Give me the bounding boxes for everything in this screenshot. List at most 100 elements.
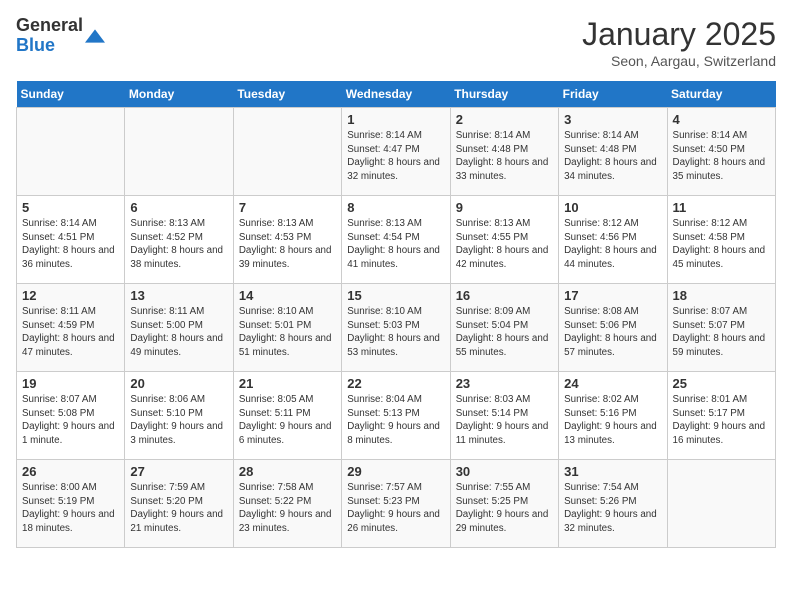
day-header: Saturday <box>667 81 775 108</box>
calendar-day-cell: 31 Sunrise: 7:54 AM Sunset: 5:26 PM Dayli… <box>559 460 667 548</box>
calendar-day-cell: 2 Sunrise: 8:14 AM Sunset: 4:48 PM Daylig… <box>450 108 558 196</box>
day-info: Sunrise: 8:09 AM Sunset: 5:04 PM Dayligh… <box>456 305 553 360</box>
day-info: Sunrise: 8:14 AM Sunset: 4:48 PM Dayligh… <box>456 129 553 184</box>
day-number: 24 <box>564 376 661 391</box>
day-info: Sunrise: 8:01 AM Sunset: 5:17 PM Dayligh… <box>673 393 770 448</box>
day-info: Sunrise: 8:14 AM Sunset: 4:50 PM Dayligh… <box>673 129 770 184</box>
calendar-day-cell: 14 Sunrise: 8:10 AM Sunset: 5:01 PM Dayli… <box>233 284 341 372</box>
calendar-day-cell <box>125 108 233 196</box>
logo-icon <box>85 26 105 46</box>
calendar-day-cell: 15Sunrise: 8:10 AM Sunset: 5:03 PM Dayli… <box>342 284 450 372</box>
day-number: 25 <box>673 376 770 391</box>
day-header: Sunday <box>17 81 125 108</box>
page-header: General Blue January 2025 Seon, Aargau, … <box>16 16 776 69</box>
day-header: Wednesday <box>342 81 450 108</box>
day-number: 26 <box>22 464 119 479</box>
day-number: 7 <box>239 200 336 215</box>
calendar-week-row: 5Sunrise: 8:14 AM Sunset: 4:51 PM Daylig… <box>17 196 776 284</box>
logo-blue: Blue <box>16 36 83 56</box>
day-number: 12 <box>22 288 119 303</box>
calendar-day-cell: 7 Sunrise: 8:13 AM Sunset: 4:53 PM Daylig… <box>233 196 341 284</box>
day-info: Sunrise: 8:14 AM Sunset: 4:48 PM Dayligh… <box>564 129 661 184</box>
calendar-day-cell: 28 Sunrise: 7:58 AM Sunset: 5:22 PM Dayli… <box>233 460 341 548</box>
day-info: Sunrise: 8:05 AM Sunset: 5:11 PM Dayligh… <box>239 393 336 448</box>
day-number: 6 <box>130 200 227 215</box>
day-number: 1 <box>347 112 444 127</box>
day-number: 28 <box>239 464 336 479</box>
day-number: 10 <box>564 200 661 215</box>
calendar-day-cell <box>667 460 775 548</box>
calendar-day-cell: 8 Sunrise: 8:13 AM Sunset: 4:54 PM Daylig… <box>342 196 450 284</box>
day-info: Sunrise: 8:13 AM Sunset: 4:52 PM Dayligh… <box>130 217 227 272</box>
day-number: 11 <box>673 200 770 215</box>
day-info: Sunrise: 8:02 AM Sunset: 5:16 PM Dayligh… <box>564 393 661 448</box>
day-number: 23 <box>456 376 553 391</box>
day-info: Sunrise: 7:58 AM Sunset: 5:22 PM Dayligh… <box>239 481 336 536</box>
day-info: Sunrise: 8:10 AM Sunset: 5:03 PM Dayligh… <box>347 305 444 360</box>
calendar-day-cell: 4 Sunrise: 8:14 AM Sunset: 4:50 PM Daylig… <box>667 108 775 196</box>
calendar-day-cell: 26Sunrise: 8:00 AM Sunset: 5:19 PM Dayli… <box>17 460 125 548</box>
day-number: 29 <box>347 464 444 479</box>
calendar-day-cell: 29Sunrise: 7:57 AM Sunset: 5:23 PM Dayli… <box>342 460 450 548</box>
calendar-day-cell: 21 Sunrise: 8:05 AM Sunset: 5:11 PM Dayli… <box>233 372 341 460</box>
day-number: 9 <box>456 200 553 215</box>
day-number: 27 <box>130 464 227 479</box>
day-number: 13 <box>130 288 227 303</box>
day-info: Sunrise: 8:10 AM Sunset: 5:01 PM Dayligh… <box>239 305 336 360</box>
calendar-day-cell: 17 Sunrise: 8:08 AM Sunset: 5:06 PM Dayli… <box>559 284 667 372</box>
day-number: 8 <box>347 200 444 215</box>
day-info: Sunrise: 8:07 AM Sunset: 5:08 PM Dayligh… <box>22 393 119 448</box>
day-number: 17 <box>564 288 661 303</box>
day-info: Sunrise: 7:59 AM Sunset: 5:20 PM Dayligh… <box>130 481 227 536</box>
day-info: Sunrise: 8:14 AM Sunset: 4:51 PM Dayligh… <box>22 217 119 272</box>
title-block: January 2025 Seon, Aargau, Switzerland <box>582 16 776 69</box>
logo: General Blue <box>16 16 105 56</box>
day-info: Sunrise: 8:12 AM Sunset: 4:56 PM Dayligh… <box>564 217 661 272</box>
day-number: 16 <box>456 288 553 303</box>
calendar-day-cell <box>17 108 125 196</box>
calendar-day-cell: 10 Sunrise: 8:12 AM Sunset: 4:56 PM Dayli… <box>559 196 667 284</box>
calendar-day-cell: 18Sunrise: 8:07 AM Sunset: 5:07 PM Dayli… <box>667 284 775 372</box>
calendar-day-cell: 22 Sunrise: 8:04 AM Sunset: 5:13 PM Dayli… <box>342 372 450 460</box>
calendar-week-row: 19Sunrise: 8:07 AM Sunset: 5:08 PM Dayli… <box>17 372 776 460</box>
day-header: Friday <box>559 81 667 108</box>
calendar-week-row: 12 Sunrise: 8:11 AM Sunset: 4:59 PM Dayli… <box>17 284 776 372</box>
day-number: 31 <box>564 464 661 479</box>
day-number: 22 <box>347 376 444 391</box>
calendar-day-cell: 19Sunrise: 8:07 AM Sunset: 5:08 PM Dayli… <box>17 372 125 460</box>
calendar-day-cell: 12 Sunrise: 8:11 AM Sunset: 4:59 PM Dayli… <box>17 284 125 372</box>
day-number: 4 <box>673 112 770 127</box>
calendar-table: SundayMondayTuesdayWednesdayThursdayFrid… <box>16 81 776 548</box>
day-info: Sunrise: 8:04 AM Sunset: 5:13 PM Dayligh… <box>347 393 444 448</box>
calendar-week-row: 26Sunrise: 8:00 AM Sunset: 5:19 PM Dayli… <box>17 460 776 548</box>
calendar-day-cell: 25 Sunrise: 8:01 AM Sunset: 5:17 PM Dayli… <box>667 372 775 460</box>
logo-general: General <box>16 16 83 36</box>
calendar-day-cell: 9Sunrise: 8:13 AM Sunset: 4:55 PM Daylig… <box>450 196 558 284</box>
calendar-day-cell: 23Sunrise: 8:03 AM Sunset: 5:14 PM Dayli… <box>450 372 558 460</box>
day-number: 14 <box>239 288 336 303</box>
calendar-day-cell: 5Sunrise: 8:14 AM Sunset: 4:51 PM Daylig… <box>17 196 125 284</box>
calendar-day-cell: 27 Sunrise: 7:59 AM Sunset: 5:20 PM Dayli… <box>125 460 233 548</box>
calendar-header-row: SundayMondayTuesdayWednesdayThursdayFrid… <box>17 81 776 108</box>
day-number: 18 <box>673 288 770 303</box>
day-number: 30 <box>456 464 553 479</box>
day-number: 21 <box>239 376 336 391</box>
day-info: Sunrise: 8:08 AM Sunset: 5:06 PM Dayligh… <box>564 305 661 360</box>
calendar-day-cell: 24 Sunrise: 8:02 AM Sunset: 5:16 PM Dayli… <box>559 372 667 460</box>
day-info: Sunrise: 8:13 AM Sunset: 4:53 PM Dayligh… <box>239 217 336 272</box>
day-info: Sunrise: 8:11 AM Sunset: 5:00 PM Dayligh… <box>130 305 227 360</box>
calendar-day-cell: 3Sunrise: 8:14 AM Sunset: 4:48 PM Daylig… <box>559 108 667 196</box>
day-info: Sunrise: 8:11 AM Sunset: 4:59 PM Dayligh… <box>22 305 119 360</box>
calendar-day-cell: 11 Sunrise: 8:12 AM Sunset: 4:58 PM Dayli… <box>667 196 775 284</box>
day-info: Sunrise: 7:55 AM Sunset: 5:25 PM Dayligh… <box>456 481 553 536</box>
day-info: Sunrise: 8:12 AM Sunset: 4:58 PM Dayligh… <box>673 217 770 272</box>
calendar-day-cell: 16 Sunrise: 8:09 AM Sunset: 5:04 PM Dayli… <box>450 284 558 372</box>
day-info: Sunrise: 7:54 AM Sunset: 5:26 PM Dayligh… <box>564 481 661 536</box>
day-info: Sunrise: 8:13 AM Sunset: 4:54 PM Dayligh… <box>347 217 444 272</box>
month-title: January 2025 <box>582 16 776 53</box>
day-number: 2 <box>456 112 553 127</box>
calendar-day-cell: 20Sunrise: 8:06 AM Sunset: 5:10 PM Dayli… <box>125 372 233 460</box>
calendar-day-cell: 1Sunrise: 8:14 AM Sunset: 4:47 PM Daylig… <box>342 108 450 196</box>
calendar-day-cell: 30 Sunrise: 7:55 AM Sunset: 5:25 PM Dayli… <box>450 460 558 548</box>
calendar-day-cell: 13 Sunrise: 8:11 AM Sunset: 5:00 PM Dayli… <box>125 284 233 372</box>
